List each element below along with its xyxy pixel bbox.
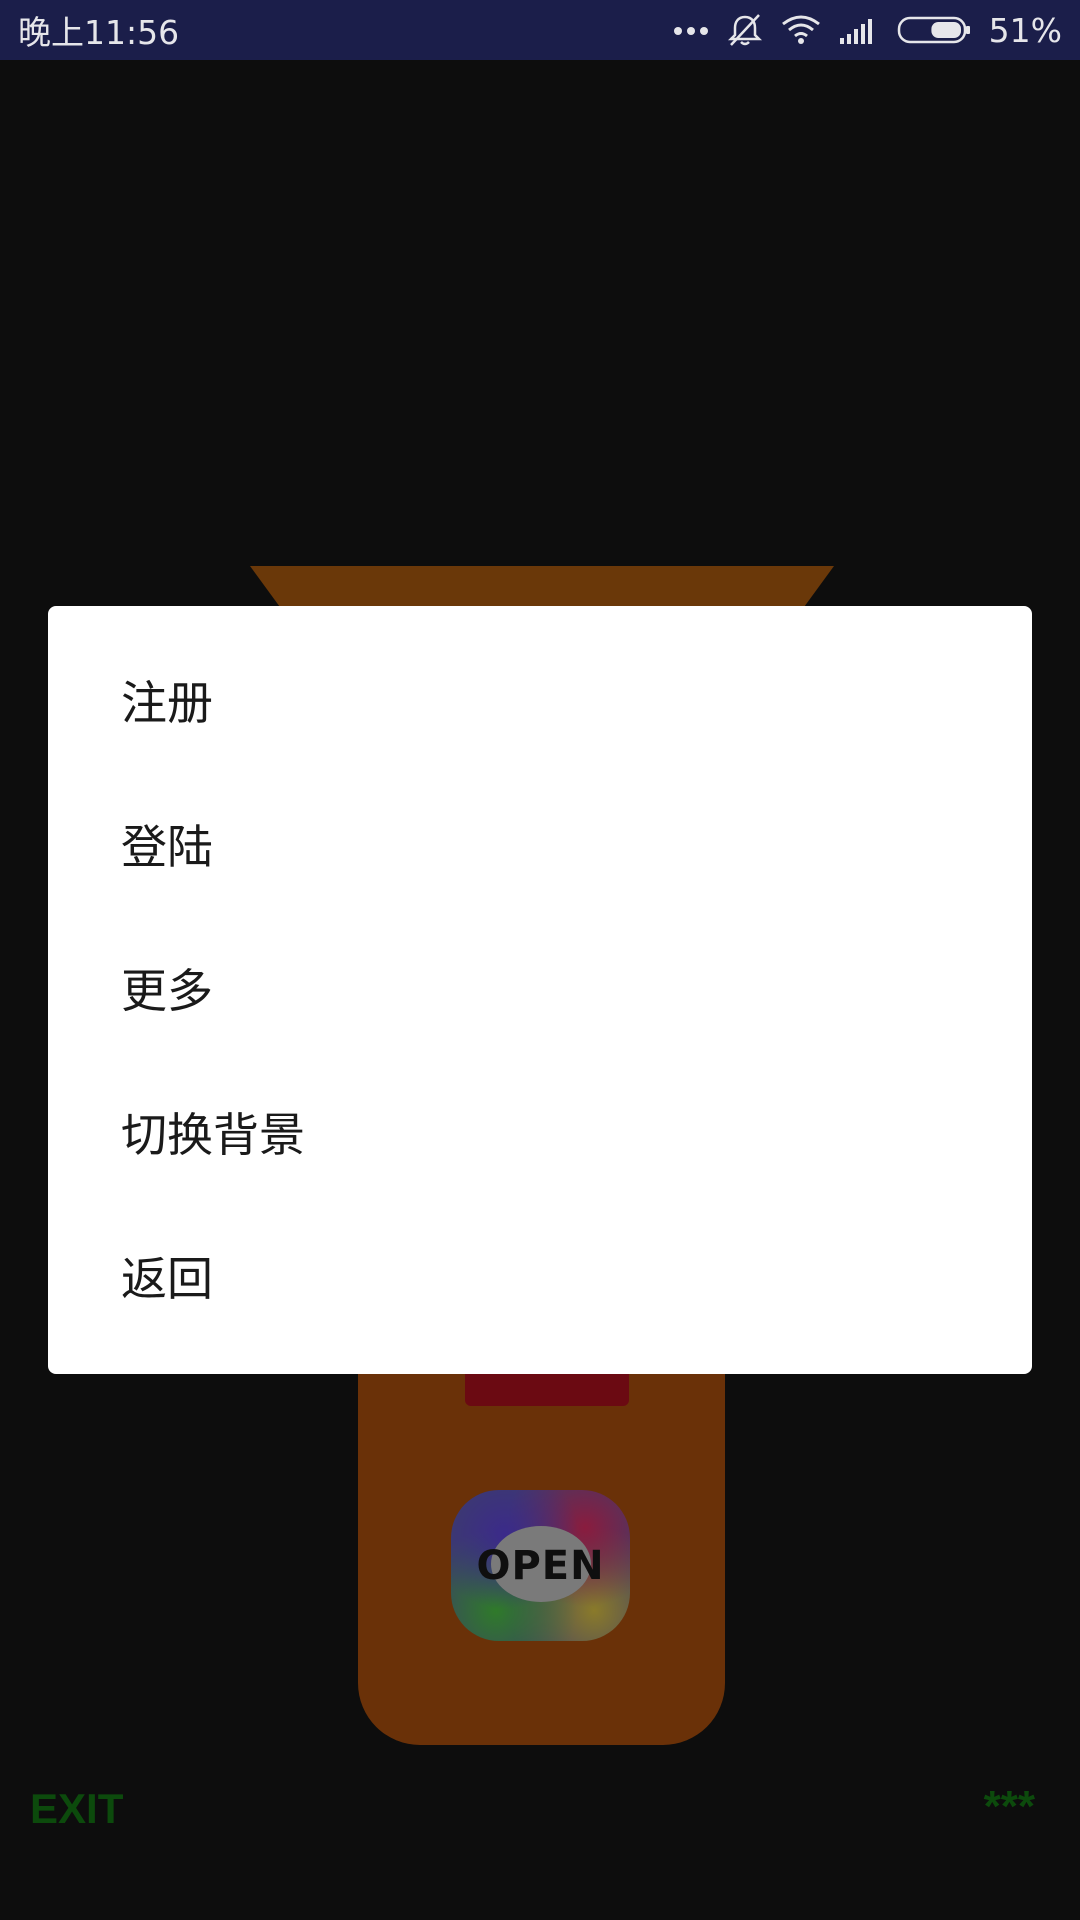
battery-icon [897, 15, 971, 45]
battery-percent: 51% [988, 10, 1062, 50]
machine-top [250, 566, 834, 606]
menu-item-label: 切换背景 [121, 1108, 305, 1162]
exit-button[interactable]: EXIT [30, 1785, 123, 1833]
open-button-label: OPEN [476, 1542, 605, 1589]
menu-dialog: 注册 登陆 更多 切换背景 返回 [48, 606, 1032, 1374]
status-icons: 51% [673, 11, 1062, 50]
notifications-off-icon [727, 13, 763, 47]
menu-item-label: 登陆 [121, 820, 213, 874]
signal-icon [839, 16, 879, 44]
more-dots-icon [673, 23, 709, 37]
menu-item-back[interactable]: 返回 [48, 1204, 1032, 1348]
status-bar: 晚上11:56 51% [0, 0, 1080, 60]
menu-item-label: 更多 [121, 964, 213, 1018]
screen: 晚上11:56 51% OPEN EXIT *** 注册 登陆 更多 切换背景 … [0, 0, 1080, 1920]
menu-item-label: 返回 [121, 1252, 213, 1306]
stars-button[interactable]: *** [984, 1782, 1035, 1832]
menu-item-login[interactable]: 登陆 [48, 772, 1032, 916]
status-time: 晚上11:56 [18, 13, 180, 52]
menu-item-label: 注册 [121, 676, 213, 730]
open-button[interactable]: OPEN [451, 1490, 630, 1641]
menu-item-switch-background[interactable]: 切换背景 [48, 1060, 1032, 1204]
menu-item-register[interactable]: 注册 [48, 628, 1032, 772]
wifi-icon [781, 14, 821, 46]
menu-item-more[interactable]: 更多 [48, 916, 1032, 1060]
